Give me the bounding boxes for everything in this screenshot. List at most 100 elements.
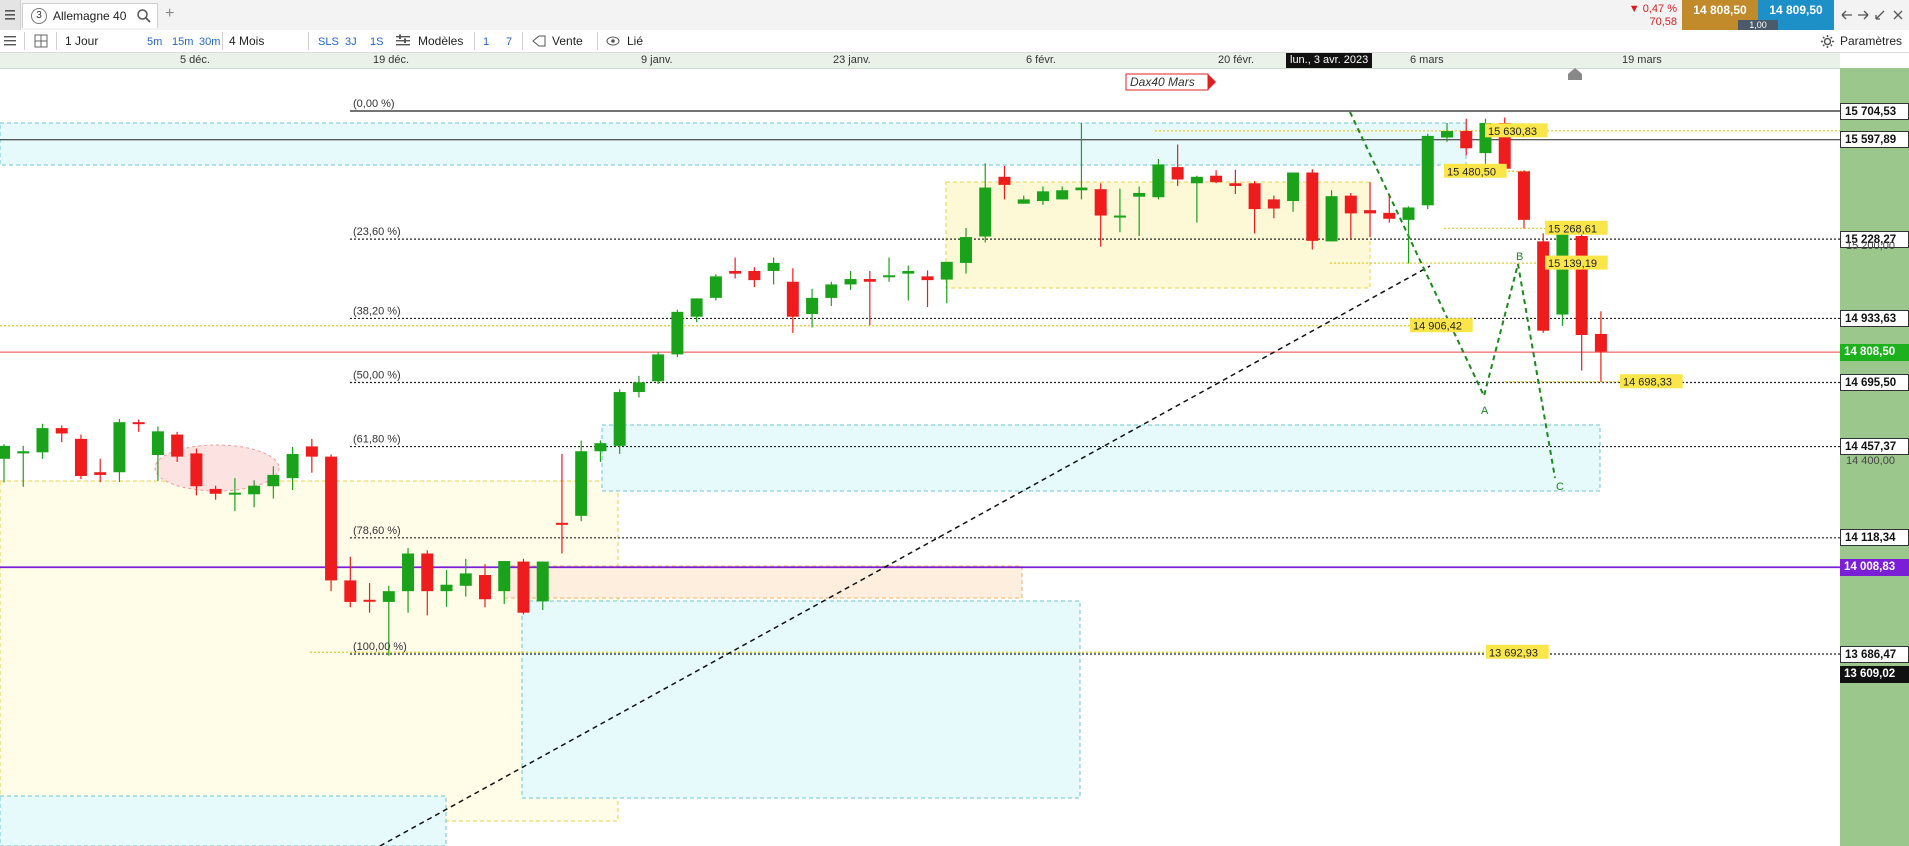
candle: [613, 389, 626, 454]
candle-body: [402, 553, 415, 592]
instrument-tab[interactable]: 3 Allemagne 40: [22, 3, 158, 28]
candle-body: [74, 438, 87, 477]
interval-30m[interactable]: 30m: [199, 34, 220, 50]
candle: [1383, 195, 1396, 223]
price-axis-label: 14 933,63: [1840, 309, 1909, 327]
fib-label: (23,60 %): [353, 226, 401, 238]
date-cursor: lun., 3 avr. 2023: [1286, 53, 1373, 68]
interval-5m[interactable]: 5m: [147, 34, 162, 50]
candle: [575, 440, 588, 522]
fib-label: (50,00 %): [353, 370, 401, 382]
candle-body: [613, 392, 626, 446]
candle-body: [1152, 164, 1165, 198]
candle-body: [1190, 176, 1203, 184]
home-marker-icon[interactable]: [1568, 68, 1582, 80]
layout-icon[interactable]: [34, 34, 48, 48]
menu-button[interactable]: [0, 0, 21, 30]
candle-body: [1383, 212, 1396, 219]
price-axis-label: 14 008,83: [1840, 558, 1909, 576]
candle-body: [825, 284, 838, 298]
candle: [1421, 133, 1434, 210]
price-axis-label: 13 686,47: [1840, 645, 1909, 663]
candle-body: [1075, 187, 1088, 191]
date-label: 5 déc.: [180, 54, 210, 66]
candle: [902, 265, 915, 301]
settings-button[interactable]: Paramètres: [1840, 33, 1902, 49]
candle: [767, 257, 780, 285]
candle: [1575, 233, 1588, 371]
annotation-text: 13 692,93: [1489, 647, 1538, 659]
candle-body: [1402, 207, 1415, 220]
candle-body: [1517, 171, 1530, 220]
period-selector[interactable]: 1 Jour: [65, 33, 98, 49]
candle: [36, 423, 49, 459]
candle: [709, 274, 722, 301]
list-icon[interactable]: [3, 34, 17, 48]
models-button[interactable]: Modèles: [418, 33, 463, 49]
candle-body: [632, 382, 645, 393]
add-tab-button[interactable]: +: [165, 5, 174, 23]
candle: [17, 445, 30, 487]
candle-body: [1056, 190, 1069, 200]
ask-price: 14 809,50: [1769, 3, 1823, 17]
sell-button[interactable]: Vente: [552, 33, 583, 49]
wave-label-c: C: [1556, 481, 1564, 493]
wave-label-a: A: [1481, 405, 1489, 417]
zone-rect-orange: [503, 565, 1023, 599]
mode-1s[interactable]: 1S: [370, 34, 383, 50]
mode-sls[interactable]: SLS: [318, 34, 339, 50]
candle-body: [1210, 175, 1223, 183]
spread-badge: 1,00: [1738, 20, 1778, 30]
top-bar: 3 Allemagne 40 + ▼ 0,47 % 70,58 14 808,5…: [0, 0, 1909, 31]
linked-button[interactable]: Lié: [627, 33, 643, 49]
gear-icon[interactable]: [1820, 34, 1835, 49]
candle-body: [209, 488, 222, 494]
candle: [517, 558, 530, 615]
count-7[interactable]: 7: [506, 34, 512, 50]
candle: [1325, 190, 1338, 242]
candle: [921, 270, 934, 308]
link-icon: [606, 36, 620, 46]
candle-body: [671, 311, 684, 355]
candle-body: [1248, 183, 1261, 210]
candle: [1594, 311, 1607, 382]
mode-3j[interactable]: 3J: [345, 34, 357, 50]
search-icon[interactable]: [136, 8, 152, 24]
candle-body: [1133, 192, 1146, 197]
candle-body: [1267, 199, 1280, 209]
candle-body: [709, 276, 722, 298]
candle-body: [940, 261, 953, 280]
candle-body: [902, 270, 915, 274]
candle: [1306, 169, 1319, 250]
interval-15m[interactable]: 15m: [172, 34, 193, 50]
candle-body: [517, 561, 530, 613]
candle-body: [1113, 215, 1126, 218]
fib-label: (100,00 %): [353, 641, 407, 653]
annotation-text: 15 139,19: [1548, 258, 1597, 270]
chart-title: Dax40 Mars: [1130, 75, 1195, 89]
candle-body: [748, 270, 761, 281]
zone-rect-top-blue: [0, 122, 1467, 166]
count-1[interactable]: 1: [483, 34, 489, 50]
forward-arrow-icon[interactable]: [1858, 10, 1869, 20]
price-axis-label: 15 704,53: [1840, 102, 1909, 120]
close-icon[interactable]: [1893, 10, 1903, 20]
zone-rect-lower-blue: [521, 600, 1081, 799]
candle: [786, 268, 799, 333]
candle-body: [979, 187, 992, 237]
back-arrow-icon[interactable]: [1841, 10, 1852, 20]
candle-body: [1594, 333, 1607, 352]
candle-body: [575, 451, 588, 516]
candle: [863, 270, 876, 326]
candle-body: [652, 354, 665, 382]
shrink-icon[interactable]: [1875, 10, 1885, 20]
candle: [729, 257, 742, 279]
candle: [748, 267, 761, 288]
range-selector[interactable]: 4 Mois: [229, 33, 264, 49]
price-chart[interactable]: (0,00 %) (23,60 %) (38,20 %) (50,00 %) (61,8…: [0, 68, 1909, 846]
price-axis-label: 15 597,89: [1840, 131, 1909, 149]
instrument-name: Allemagne 40: [53, 9, 127, 23]
price-axis-label: 14 808,50: [1840, 343, 1909, 361]
annotation-text: 15 268,61: [1548, 223, 1597, 235]
date-label: 19 déc.: [373, 54, 410, 66]
